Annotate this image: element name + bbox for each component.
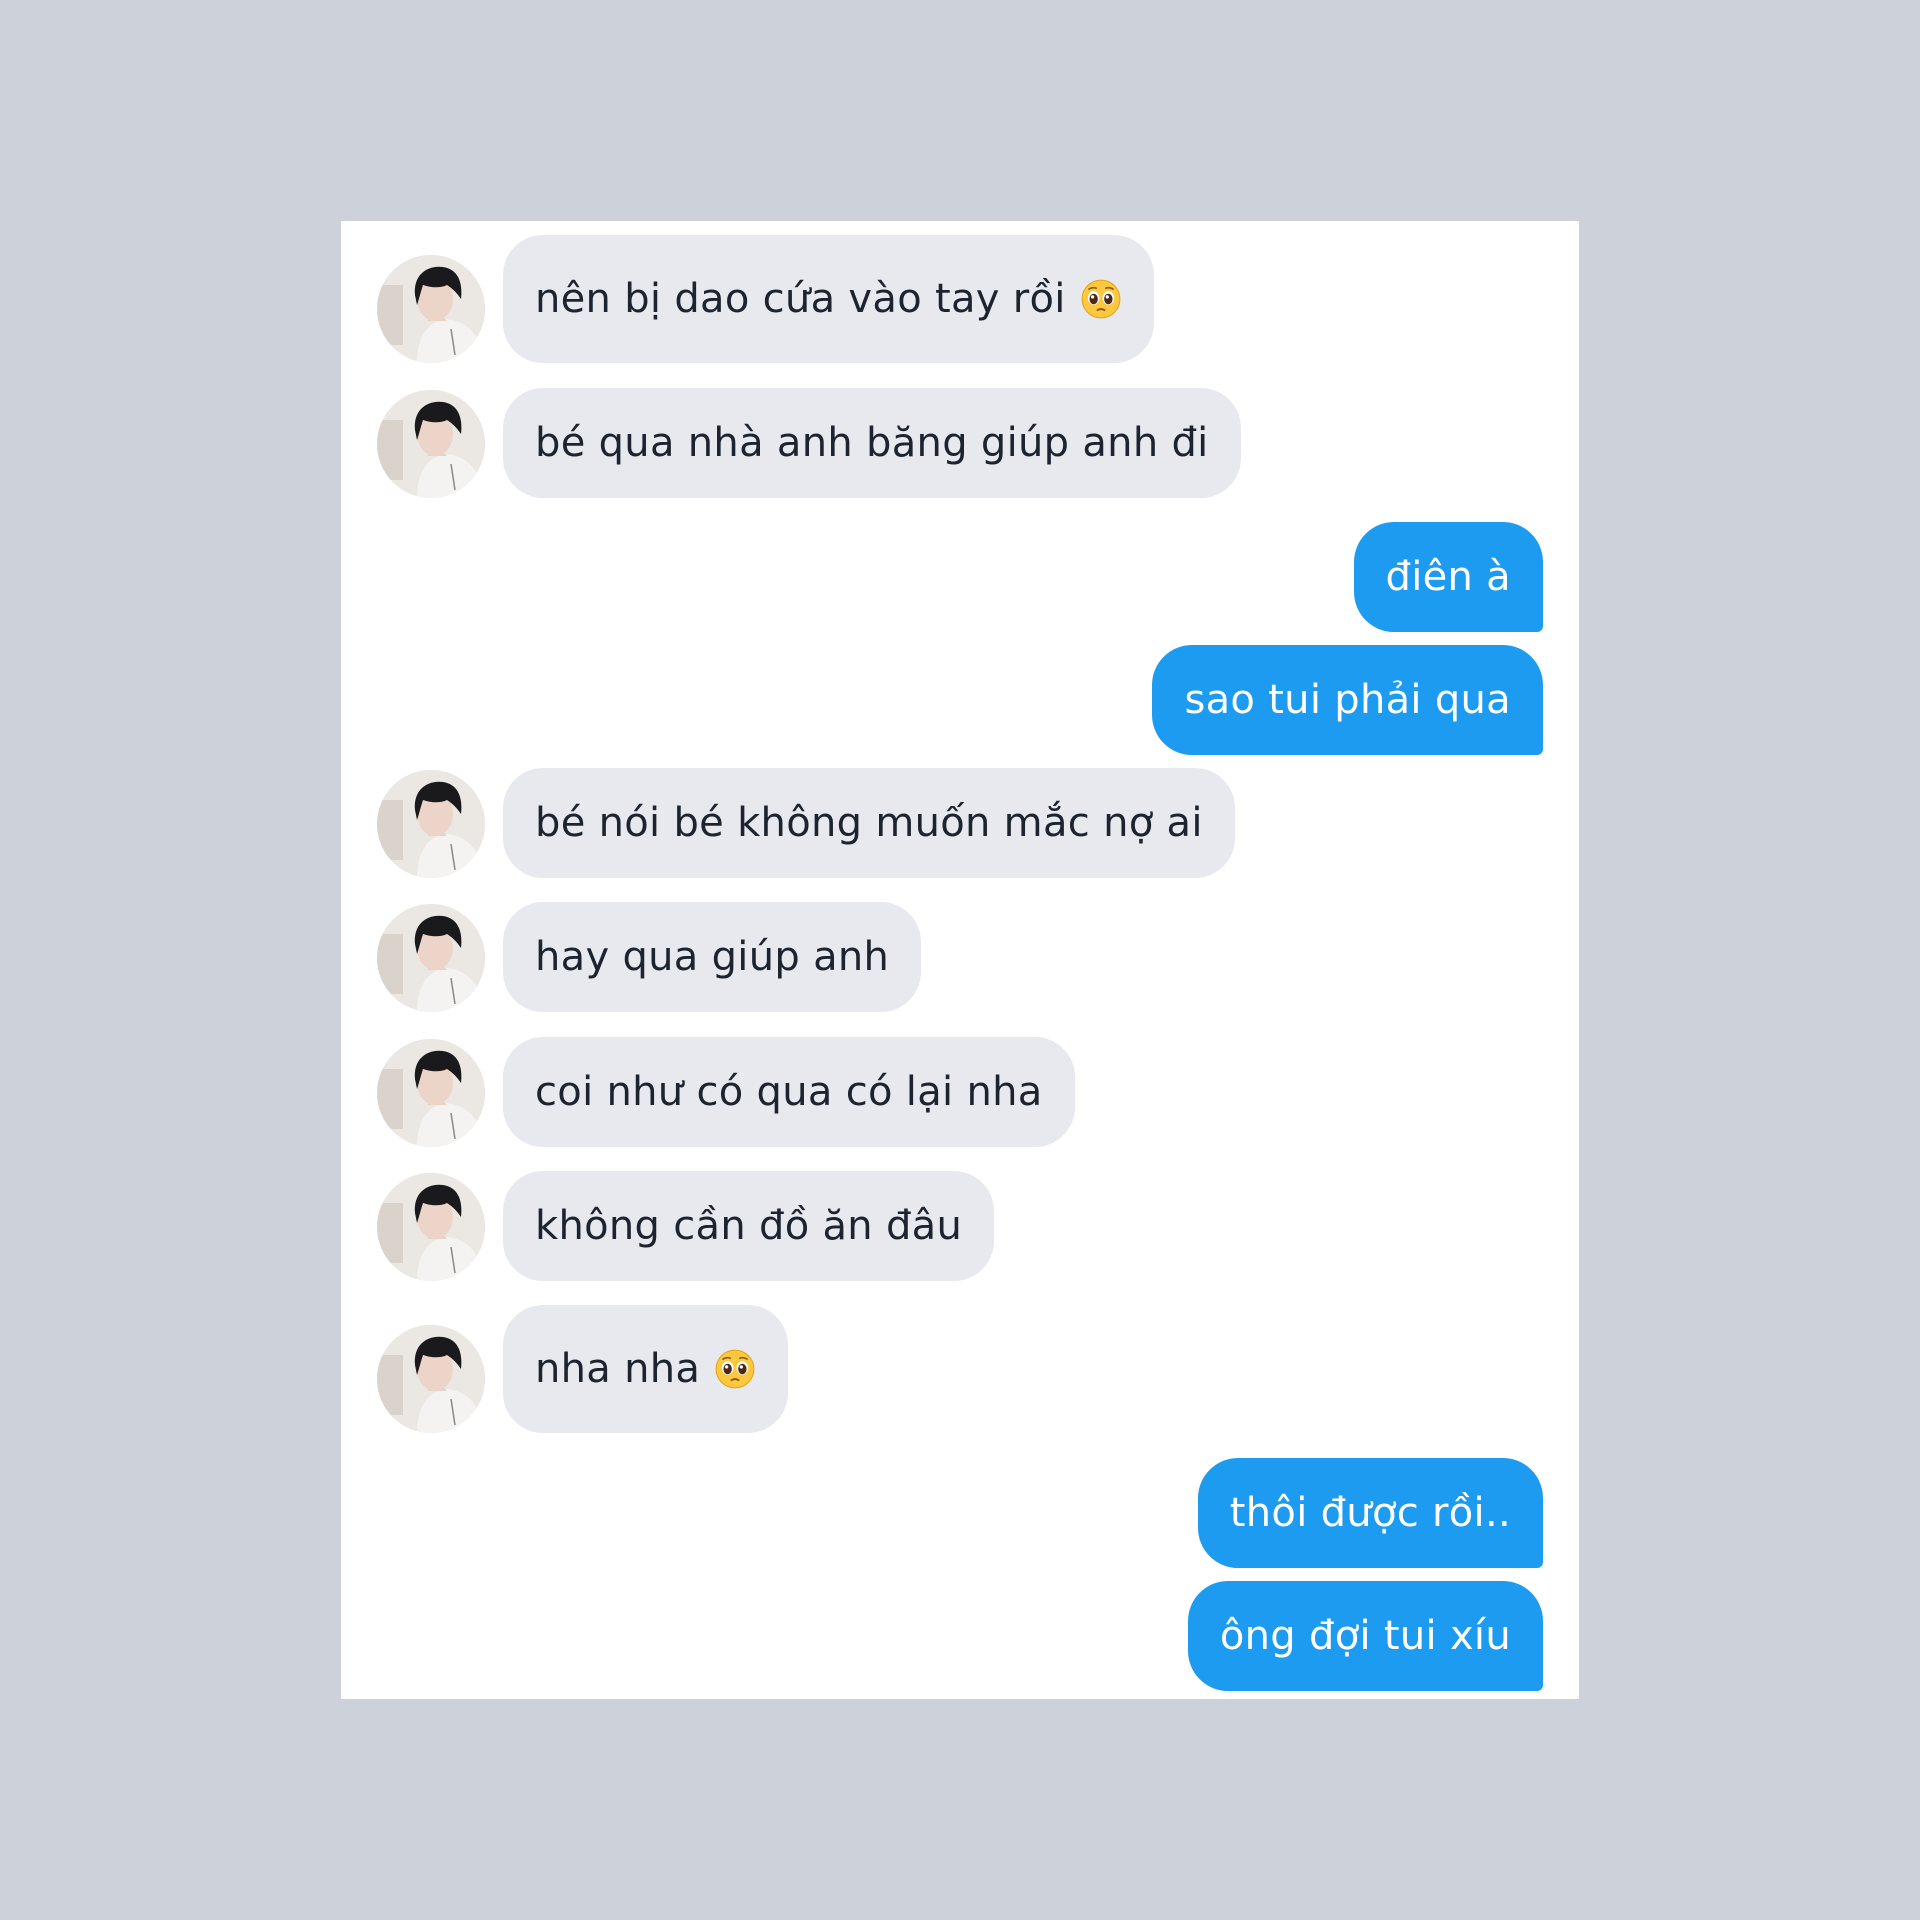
message-text: sao tui phải qua <box>1184 677 1511 723</box>
message-bubble[interactable]: hay qua giúp anh <box>503 902 922 1012</box>
message-row-incoming: bé nói bé không muốn mắc nợ ai <box>377 768 1235 878</box>
avatar-image <box>377 255 485 363</box>
avatar-image <box>377 770 485 878</box>
pleading-face-icon <box>715 1349 755 1389</box>
message-text: không cần đồ ăn đâu <box>535 1203 963 1249</box>
message-row-outgoing: sao tui phải qua <box>1143 645 1543 755</box>
message-bubble[interactable]: bé nói bé không muốn mắc nợ ai <box>503 768 1235 878</box>
message-bubble[interactable]: thôi được rồi.. <box>1197 1458 1543 1568</box>
message-bubble[interactable]: coi như có qua có lại nha <box>503 1037 1075 1147</box>
avatar[interactable] <box>377 390 485 498</box>
message-row-incoming: hay qua giúp anh <box>377 902 1217 1012</box>
message-text: bé nói bé không muốn mắc nợ ai <box>535 800 1203 846</box>
message-row-incoming: nên bị dao cứa vào tay rồi <box>377 235 1154 363</box>
message-text: điên à <box>1385 554 1511 600</box>
avatar-image <box>377 1325 485 1433</box>
message-row-incoming: coi như có qua có lại nha <box>377 1037 1217 1147</box>
avatar[interactable] <box>377 255 485 363</box>
message-text: hay qua giúp anh <box>535 934 890 980</box>
message-text: nha nha <box>535 1346 701 1392</box>
message-row-outgoing: ông đợi tui xíu <box>1143 1581 1543 1691</box>
message-bubble[interactable]: nên bị dao cứa vào tay rồi <box>503 235 1154 363</box>
avatar-image <box>377 390 485 498</box>
message-text: bé qua nhà anh băng giúp anh đi <box>535 420 1209 466</box>
message-text: nên bị dao cứa vào tay rồi <box>535 276 1066 322</box>
avatar-image <box>377 1173 485 1281</box>
avatar[interactable] <box>377 1325 485 1433</box>
message-text: coi như có qua có lại nha <box>535 1069 1043 1115</box>
message-row-incoming: không cần đồ ăn đâu <box>377 1171 1217 1281</box>
message-row-incoming: bé qua nhà anh băng giúp anh đi <box>377 388 1241 498</box>
message-bubble[interactable]: không cần đồ ăn đâu <box>503 1171 995 1281</box>
message-bubble[interactable]: điên à <box>1353 522 1543 632</box>
avatar-image <box>377 904 485 1012</box>
message-bubble[interactable]: bé qua nhà anh băng giúp anh đi <box>503 388 1241 498</box>
message-bubble[interactable]: nha nha <box>503 1305 789 1433</box>
avatar[interactable] <box>377 770 485 878</box>
message-row-incoming: nha nha <box>377 1305 1077 1433</box>
avatar[interactable] <box>377 904 485 1012</box>
message-text: ông đợi tui xíu <box>1219 1613 1511 1659</box>
message-bubble[interactable]: ông đợi tui xíu <box>1187 1581 1543 1691</box>
chat-card: nên bị dao cứa vào tay rồi bé qua nhà an… <box>341 221 1579 1699</box>
avatar[interactable] <box>377 1039 485 1147</box>
message-bubble[interactable]: sao tui phải qua <box>1152 645 1543 755</box>
message-row-outgoing: điên à <box>1243 522 1543 632</box>
message-text: thôi được rồi.. <box>1229 1490 1511 1536</box>
avatar[interactable] <box>377 1173 485 1281</box>
message-row-outgoing: thôi được rồi.. <box>1143 1458 1543 1568</box>
avatar-image <box>377 1039 485 1147</box>
pleading-face-icon <box>1081 279 1121 319</box>
